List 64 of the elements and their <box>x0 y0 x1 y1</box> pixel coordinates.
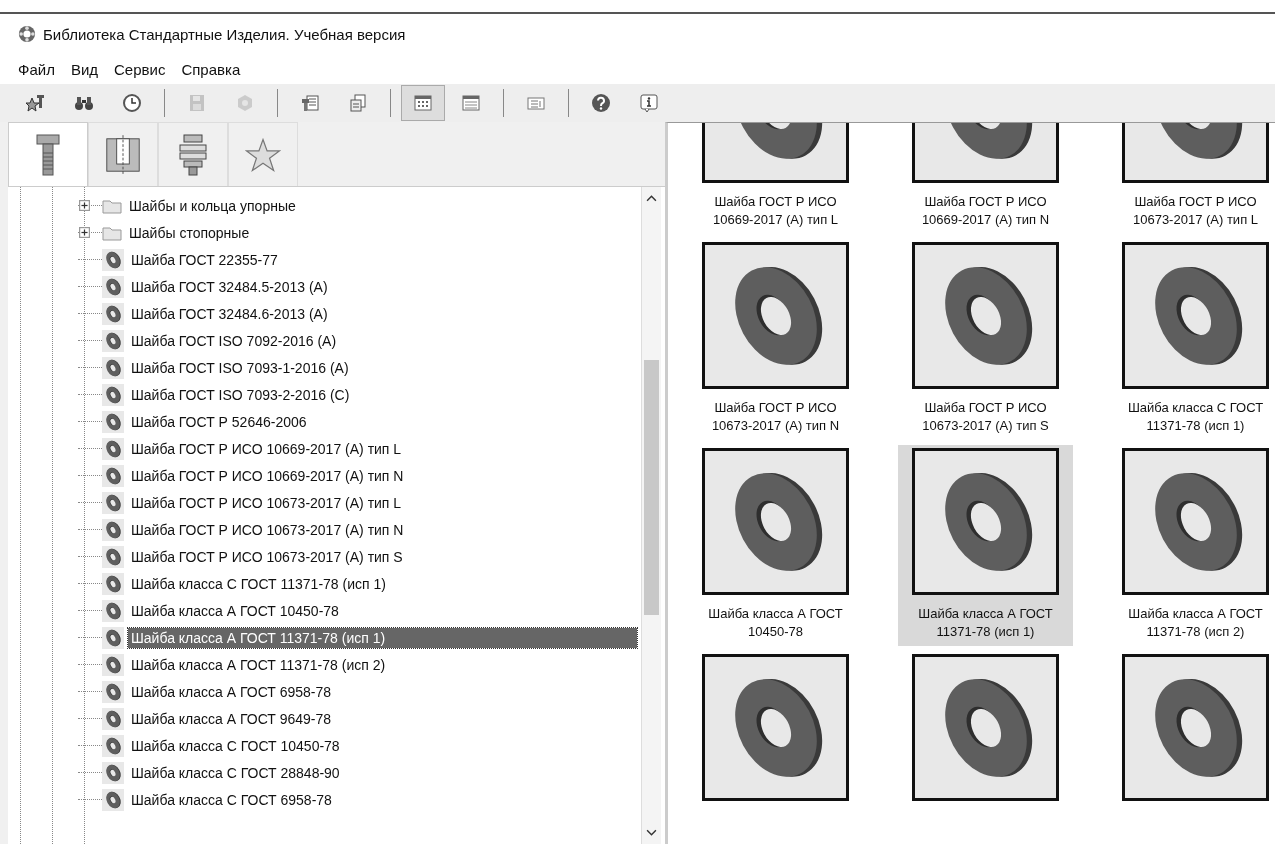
washer-icon <box>103 600 123 621</box>
washer-icon <box>103 654 123 675</box>
gallery-item[interactable]: Шайба ГОСТ Р ИСО 10669-2017 (А) тип N <box>883 123 1088 234</box>
grid-view-icon[interactable] <box>401 85 445 121</box>
tree-item[interactable]: Шайба ГОСТ 22355-77 <box>128 249 281 270</box>
gallery-item[interactable]: Шайба класса А ГОСТ 11371-78 (исп 1) <box>898 445 1073 646</box>
washer-icon <box>103 384 123 405</box>
tree-item[interactable]: Шайба класса С ГОСТ 10450-78 <box>128 735 343 756</box>
washer-icon <box>103 735 123 756</box>
bearing-icon <box>18 25 36 43</box>
washer-icon <box>103 411 123 432</box>
tree-item[interactable]: Шайба класса С ГОСТ 28848-90 <box>128 762 343 783</box>
expand-icon[interactable] <box>79 226 90 238</box>
tree-item[interactable]: Шайба ГОСТ Р ИСО 10673-2017 (А) тип L <box>128 492 405 513</box>
tree-item[interactable]: Шайба класса А ГОСТ 6958-78 <box>128 681 335 702</box>
washer-icon <box>103 330 123 351</box>
washer-icon <box>103 492 123 513</box>
tree-item[interactable]: Шайба ГОСТ 32484.6-2013 (А) <box>128 303 331 324</box>
washer-icon <box>103 627 123 648</box>
washer-icon <box>103 465 123 486</box>
washer-icon <box>103 276 123 297</box>
washer-icon <box>103 681 123 702</box>
menu-item[interactable]: Сервис <box>106 58 174 80</box>
tab[interactable] <box>8 122 88 186</box>
tree-item[interactable]: Шайба класса С ГОСТ 11371-78 (исп 1) <box>128 573 389 594</box>
washer-icon <box>103 519 123 540</box>
gallery-item[interactable]: Шайба ГОСТ Р ИСО 10673-2017 (А) тип L <box>1093 123 1275 234</box>
washer-icon <box>103 546 123 567</box>
tab[interactable] <box>88 122 158 186</box>
tree-item[interactable]: Шайба класса А ГОСТ 11371-78 (исп 1) <box>128 627 637 648</box>
tab[interactable] <box>228 122 298 186</box>
tab[interactable] <box>158 122 228 186</box>
window-title: Библиотека Стандартные Изделия. Учебная версия <box>43 25 406 43</box>
tree-item[interactable]: Шайба класса А ГОСТ 10450-78 <box>128 600 342 621</box>
tree-item[interactable]: Шайба ГОСТ ISO 7093-2-2016 (С) <box>128 384 353 405</box>
menu-item[interactable]: Справка <box>173 58 249 80</box>
washer-icon <box>103 438 123 459</box>
gallery-item[interactable]: Шайба ГОСТ Р ИСО 10669-2017 (А) тип L <box>673 123 878 234</box>
tree-item[interactable]: Шайба ГОСТ Р ИСО 10669-2017 (А) тип N <box>128 465 407 486</box>
tree-item[interactable]: Шайба ГОСТ Р ИСО 10669-2017 (А) тип L <box>128 438 405 459</box>
scroll-up-icon[interactable] <box>646 195 657 202</box>
tree-item[interactable]: Шайба класса А ГОСТ 9649-78 <box>128 708 335 729</box>
washer-icon <box>103 249 123 270</box>
expand-icon[interactable] <box>79 199 90 211</box>
tree-item[interactable]: Шайбы и кольца упорные <box>126 195 299 216</box>
washer-icon <box>103 708 123 729</box>
washer-icon <box>103 303 123 324</box>
tree-item[interactable]: Шайба ГОСТ ISO 7093-1-2016 (А) <box>128 357 352 378</box>
tree-item[interactable]: Шайба класса С ГОСТ 6958-78 <box>128 789 335 810</box>
washer-icon <box>103 573 123 594</box>
menu-item[interactable]: Вид <box>62 58 107 80</box>
scrollbar[interactable] <box>641 187 661 844</box>
tree-item[interactable]: Шайба ГОСТ Р ИСО 10673-2017 (А) тип N <box>128 519 407 540</box>
tree-item[interactable]: Шайба ГОСТ Р 52646-2006 <box>128 411 310 432</box>
tree-item[interactable]: Шайбы стопорные <box>126 222 253 243</box>
washer-icon <box>103 789 123 810</box>
scroll-down-icon[interactable] <box>646 829 657 836</box>
tree-item[interactable]: Шайба класса А ГОСТ 11371-78 (исп 2) <box>128 654 389 675</box>
washer-icon <box>103 762 123 783</box>
tree-item[interactable]: Шайба ГОСТ ISO 7092-2016 (А) <box>128 330 340 351</box>
tree-item[interactable]: Шайба ГОСТ Р ИСО 10673-2017 (А) тип S <box>128 546 406 567</box>
tree-item[interactable]: Шайба ГОСТ 32484.5-2013 (А) <box>128 276 331 297</box>
menu-item[interactable]: Файл <box>10 58 63 80</box>
washer-icon <box>103 357 123 378</box>
